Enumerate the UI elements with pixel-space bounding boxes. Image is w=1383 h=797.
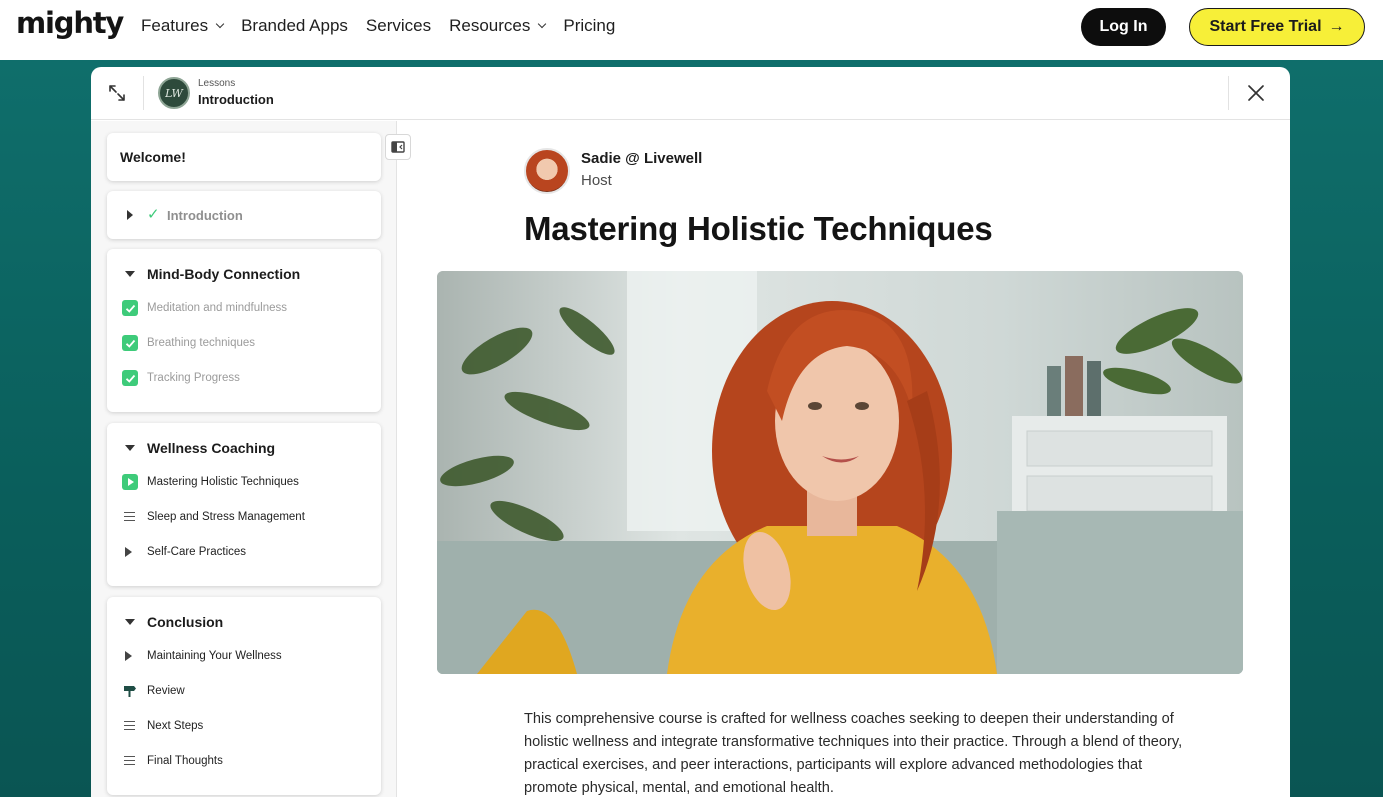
section-title[interactable]: Mind-Body Connection: [147, 266, 300, 282]
nav-link-resources[interactable]: Resources: [449, 16, 547, 36]
lesson-item-self-care[interactable]: Self-Care Practices: [121, 542, 371, 562]
play-icon: [125, 547, 132, 557]
section-mind-body-connection: Mind-Body Connection Meditation and mind…: [107, 249, 381, 412]
text-lines-icon: [124, 512, 135, 521]
lesson-label: Breathing techniques: [147, 337, 256, 349]
text-lines-icon: [124, 756, 135, 765]
header-title: Introduction: [198, 92, 274, 107]
host-name[interactable]: Sadie @ Livewell: [581, 150, 702, 167]
lesson-item-review[interactable]: Review: [121, 681, 371, 701]
lesson-item-maintaining-wellness[interactable]: Maintaining Your Wellness: [121, 646, 371, 666]
expand-icon[interactable]: [107, 83, 127, 103]
arrow-right-icon: →: [1328, 18, 1345, 35]
lesson-video[interactable]: [437, 271, 1243, 674]
lesson-label: Sleep and Stress Management: [147, 511, 305, 523]
lesson-label: Tracking Progress: [147, 372, 240, 384]
welcome-card[interactable]: Welcome!: [107, 133, 381, 181]
lesson-item-sleep-stress[interactable]: Sleep and Stress Management: [121, 507, 371, 527]
play-icon: [125, 651, 132, 661]
caret-down-icon[interactable]: [125, 445, 135, 451]
nav-link-pricing[interactable]: Pricing: [563, 16, 615, 36]
chevron-down-icon: [538, 19, 547, 29]
lesson-item-breathing[interactable]: Breathing techniques: [121, 333, 371, 353]
section-title[interactable]: Wellness Coaching: [147, 440, 275, 456]
lesson-label: Review: [147, 685, 185, 697]
section-wellness-coaching: Wellness Coaching Mastering Holistic Tec…: [107, 423, 381, 586]
caret-down-icon[interactable]: [125, 271, 135, 277]
check-icon: ✓: [147, 206, 160, 223]
section-conclusion: Conclusion Maintaining Your Wellness Rev…: [107, 597, 381, 795]
checkbox-checked-icon: [122, 335, 138, 351]
section-title[interactable]: Conclusion: [147, 614, 223, 630]
introduction-card[interactable]: ✓ Introduction: [107, 191, 381, 239]
login-button[interactable]: Log In: [1081, 8, 1166, 46]
chevron-down-icon: [215, 19, 225, 29]
video-thumbnail: [437, 271, 1243, 674]
lesson-label: Next Steps: [147, 720, 204, 732]
introduction-label: Introduction: [167, 208, 243, 223]
host-avatar[interactable]: [524, 148, 570, 194]
start-free-trial-button[interactable]: Start Free Trial →: [1189, 8, 1365, 46]
modal-header: LW Lessons Introduction: [91, 67, 1290, 120]
header-divider: [143, 76, 144, 110]
video-play-icon: [122, 474, 138, 490]
lesson-label: Self-Care Practices: [147, 546, 247, 558]
lesson-item-next-steps[interactable]: Next Steps: [121, 716, 371, 736]
lesson-item-tracking-progress[interactable]: Tracking Progress: [121, 368, 371, 388]
collapse-sidebar-button[interactable]: [385, 134, 411, 160]
caret-down-icon[interactable]: [125, 619, 135, 625]
lessons-sidebar: Welcome! ✓ Introduction Mind-Body Connec…: [91, 121, 397, 797]
lesson-item-final-thoughts[interactable]: Final Thoughts: [121, 751, 371, 771]
sidebar-toggle-icon: [391, 141, 405, 153]
text-lines-icon: [124, 721, 135, 730]
host-role: Host: [581, 172, 612, 189]
close-icon[interactable]: [1246, 83, 1266, 103]
mighty-logo[interactable]: mighty: [16, 6, 124, 40]
checkbox-checked-icon: [122, 300, 138, 316]
lesson-description: This comprehensive course is crafted for…: [524, 711, 1183, 796]
top-navigation: mighty Features Branded Apps Services Re…: [0, 0, 1383, 60]
header-divider: [1228, 76, 1229, 110]
nav-link-features[interactable]: Features: [141, 16, 225, 36]
caret-right-icon[interactable]: [127, 210, 133, 220]
lesson-item-meditation[interactable]: Meditation and mindfulness: [121, 298, 371, 318]
checkbox-checked-icon: [122, 370, 138, 386]
welcome-title: Welcome!: [120, 149, 186, 165]
nav-link-services[interactable]: Services: [366, 16, 431, 36]
lesson-label: Mastering Holistic Techniques: [147, 476, 299, 488]
community-badge: LW: [158, 77, 190, 109]
lesson-label: Meditation and mindfulness: [147, 302, 287, 314]
header-subtitle: Lessons: [198, 78, 236, 89]
nav-link-branded-apps[interactable]: Branded Apps: [241, 16, 348, 36]
lesson-modal: LW Lessons Introduction Welcome! ✓ Intro…: [91, 67, 1290, 797]
lesson-label: Maintaining Your Wellness: [147, 650, 282, 662]
lesson-title: Mastering Holistic Techniques: [524, 210, 993, 247]
lesson-item-mastering-holistic[interactable]: Mastering Holistic Techniques: [121, 472, 371, 492]
signpost-icon: [124, 686, 136, 697]
lesson-label: Final Thoughts: [147, 755, 223, 767]
nav-links: Features Branded Apps Services Resources…: [141, 0, 633, 52]
